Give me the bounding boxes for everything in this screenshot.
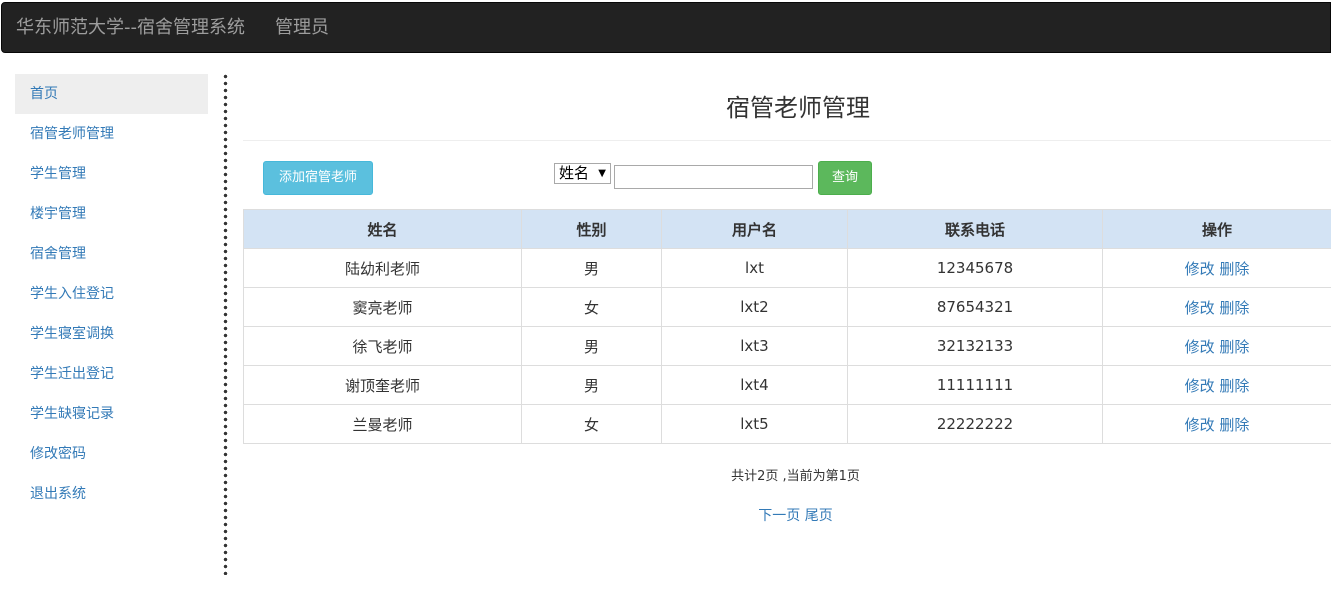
table-header-row: 姓名 性别 用户名 联系电话 操作 [243,209,1331,249]
cell-gender: 男 [521,365,662,405]
sidebar-item-students[interactable]: 学生管理 [15,154,208,194]
sidebar-item-buildings[interactable]: 楼宇管理 [15,194,208,234]
cell-actions: 修改 删除 [1102,248,1331,288]
cell-gender: 男 [521,326,662,366]
teacher-table: 姓名 性别 用户名 联系电话 操作 陆幼利老师 男 lxt 12345678 修… [243,209,1331,444]
search-input[interactable] [614,165,813,189]
cell-name: 陆幼利老师 [243,248,522,288]
sidebar-item-change-password[interactable]: 修改密码 [15,434,208,474]
cell-phone: 22222222 [847,404,1103,444]
cell-phone: 11111111 [847,365,1103,405]
sidebar-item-dorm-teacher[interactable]: 宿管老师管理 [15,114,208,154]
cell-name: 兰曼老师 [243,404,522,444]
col-header-actions: 操作 [1102,209,1331,249]
search-field-select[interactable]: 姓名 ▼ [554,163,611,184]
cell-username: lxt [661,248,848,288]
title-divider [243,140,1331,141]
search-field-selected: 姓名 [559,164,590,182]
sidebar-item-dorms[interactable]: 宿舍管理 [15,234,208,274]
sidebar-item-logout[interactable]: 退出系统 [15,474,208,514]
cell-username: lxt3 [661,326,848,366]
cell-name: 窦亮老师 [243,287,522,327]
col-header-username: 用户名 [661,209,848,249]
pagination-links: 下一页 尾页 [243,505,1331,525]
dropdown-arrow-icon: ▼ [598,168,606,179]
cell-gender: 男 [521,248,662,288]
sidebar-item-room-swap[interactable]: 学生寝室调换 [15,314,208,354]
cell-actions: 修改 删除 [1102,287,1331,327]
table-row: 兰曼老师 女 lxt5 22222222 修改 删除 [243,404,1331,444]
cell-phone: 12345678 [847,248,1103,288]
sidebar-item-absence[interactable]: 学生缺寝记录 [15,394,208,434]
sidebar-item-home[interactable]: 首页 [15,74,208,114]
delete-link[interactable]: 删除 [1219,260,1249,278]
cell-actions: 修改 删除 [1102,404,1331,444]
edit-link[interactable]: 修改 [1185,377,1215,395]
cell-actions: 修改 删除 [1102,365,1331,405]
last-page-link[interactable]: 尾页 [805,508,833,524]
cell-username: lxt2 [661,287,848,327]
cell-gender: 女 [521,404,662,444]
pagination-info: 共计2页 ,当前为第1页 [731,469,860,484]
page-title: 宿管老师管理 [726,94,870,122]
col-header-phone: 联系电话 [847,209,1103,249]
sidebar-nav: 首页 宿管老师管理 学生管理 楼宇管理 宿舍管理 学生入住登记 学生寝室调换 学… [15,74,208,514]
cell-name: 徐飞老师 [243,326,522,366]
col-header-name: 姓名 [243,209,522,249]
delete-link[interactable]: 删除 [1219,299,1249,317]
next-page-link[interactable]: 下一页 [758,508,800,524]
sidebar-item-checkin[interactable]: 学生入住登记 [15,274,208,314]
edit-link[interactable]: 修改 [1185,338,1215,356]
cell-phone: 32132133 [847,326,1103,366]
dotted-divider [223,73,228,575]
delete-link[interactable]: 删除 [1219,338,1249,356]
table-row: 窦亮老师 女 lxt2 87654321 修改 删除 [243,287,1331,327]
user-role-link[interactable]: 管理员 [275,17,329,39]
table-row: 谢顶奎老师 男 lxt4 11111111 修改 删除 [243,365,1331,405]
edit-link[interactable]: 修改 [1185,299,1215,317]
table-row: 陆幼利老师 男 lxt 12345678 修改 删除 [243,248,1331,288]
sidebar-item-checkout[interactable]: 学生迁出登记 [15,354,208,394]
delete-link[interactable]: 删除 [1219,377,1249,395]
app-brand[interactable]: 华东师范大学--宿舍管理系统 [16,17,245,39]
top-navbar: 华东师范大学--宿舍管理系统 管理员 [1,2,1331,53]
cell-name: 谢顶奎老师 [243,365,522,405]
add-teacher-button[interactable]: 添加宿管老师 [263,161,373,195]
query-button[interactable]: 查询 [818,161,872,195]
col-header-gender: 性别 [521,209,662,249]
cell-username: lxt5 [661,404,848,444]
cell-phone: 87654321 [847,287,1103,327]
table-row: 徐飞老师 男 lxt3 32132133 修改 删除 [243,326,1331,366]
cell-username: lxt4 [661,365,848,405]
cell-actions: 修改 删除 [1102,326,1331,366]
delete-link[interactable]: 删除 [1219,416,1249,434]
edit-link[interactable]: 修改 [1185,416,1215,434]
edit-link[interactable]: 修改 [1185,260,1215,278]
cell-gender: 女 [521,287,662,327]
